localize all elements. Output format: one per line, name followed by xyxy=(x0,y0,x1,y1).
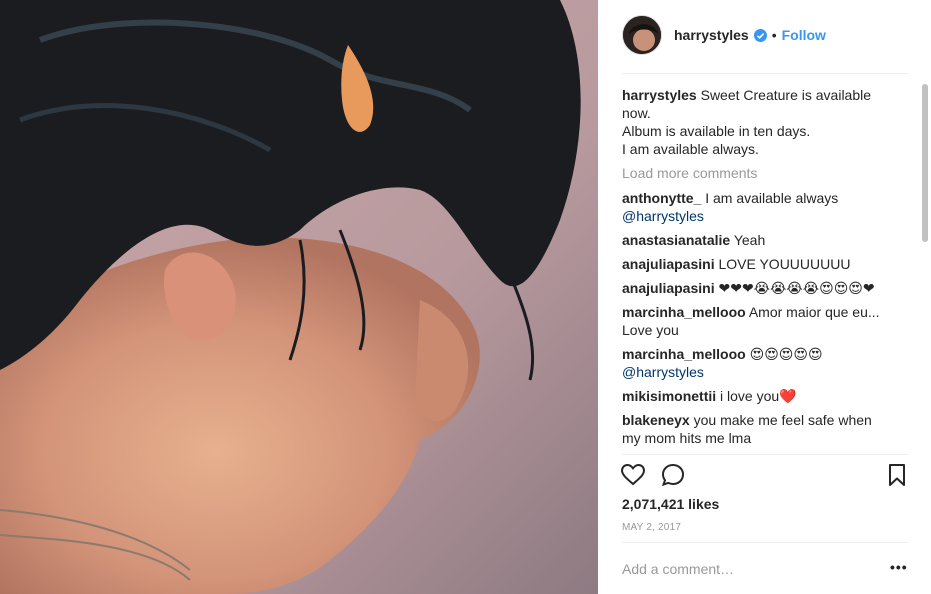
comment-item: anajuliapasini LOVE YOUUUUUUU xyxy=(622,255,892,273)
comment-username[interactable]: marcinha_mellooo xyxy=(622,304,746,320)
add-comment-input[interactable] xyxy=(622,556,872,582)
comment-mention[interactable]: @harrystyles xyxy=(622,207,892,225)
post-details-panel: harrystyles • Follow harrystyles Sweet C… xyxy=(598,0,931,594)
likes-count[interactable]: 2,071,421 likes xyxy=(622,496,719,512)
comment-username[interactable]: anastasianatalie xyxy=(622,232,730,248)
post-photo[interactable] xyxy=(0,0,598,594)
comment-mention[interactable]: @harrystyles xyxy=(622,363,892,381)
caption-line: I am available always. xyxy=(622,141,759,157)
comment-item: marcinha_mellooo Amor maior que eu... Lo… xyxy=(622,303,892,339)
header-username[interactable]: harrystyles xyxy=(674,27,749,43)
comment-username[interactable]: anajuliapasini xyxy=(622,280,715,296)
comment-username[interactable]: marcinha_mellooo xyxy=(622,346,746,362)
comment-item: mikisimonettii i love you❤️ xyxy=(622,387,892,405)
post-header: harrystyles • Follow xyxy=(622,15,826,55)
caption-username[interactable]: harrystyles xyxy=(622,87,697,103)
heart-icon[interactable] xyxy=(620,462,646,488)
action-bar xyxy=(620,462,908,490)
comment-item: anastasianatalie Yeah xyxy=(622,231,892,249)
avatar[interactable] xyxy=(622,15,662,55)
comment-username[interactable]: mikisimonettii xyxy=(622,388,716,404)
comment-item: anajuliapasini ❤❤❤😭😭😭😭😍😍😍❤ xyxy=(622,279,892,297)
post-photo-illustration xyxy=(0,0,598,594)
comment-icon[interactable] xyxy=(660,462,686,488)
comment-username[interactable]: anthonytte_ xyxy=(622,190,701,206)
comment-username[interactable]: blakeneyx xyxy=(622,412,690,428)
comment-item: anthonytte_ I am available always @harry… xyxy=(622,189,892,225)
comment-item: blakeneyx you make me feel safe when my … xyxy=(622,411,892,447)
post-date[interactable]: MAY 2, 2017 xyxy=(622,522,681,533)
comment-text: ❤❤❤😭😭😭😭😍😍😍❤ xyxy=(718,280,875,296)
verified-badge-icon xyxy=(753,28,767,42)
caption-line: Album is available in ten days. xyxy=(622,123,811,139)
comments-scrollbar[interactable] xyxy=(922,84,928,242)
divider xyxy=(622,542,909,543)
bookmark-icon[interactable] xyxy=(884,462,910,488)
comment-item: marcinha_mellooo 😍😍😍😍😍 @harrystyles xyxy=(622,345,892,381)
comment-text: I am available always xyxy=(705,190,839,206)
load-more-comments-button[interactable]: Load more comments xyxy=(622,164,892,182)
comments-list: harrystyles Sweet Creature is available … xyxy=(622,86,892,453)
divider xyxy=(622,454,909,455)
comment-text: Yeah xyxy=(733,232,766,248)
more-options-button[interactable]: ••• xyxy=(890,560,912,580)
header-separator: • xyxy=(771,27,777,43)
caption: harrystyles Sweet Creature is available … xyxy=(622,86,892,158)
comment-username[interactable]: anajuliapasini xyxy=(622,256,715,272)
follow-button[interactable]: Follow xyxy=(782,27,826,43)
comment-text: LOVE YOUUUUUUU xyxy=(718,256,851,272)
comment-text: 😍😍😍😍😍 xyxy=(749,346,823,362)
divider xyxy=(622,73,909,74)
comment-text: i love you❤️ xyxy=(720,388,797,404)
